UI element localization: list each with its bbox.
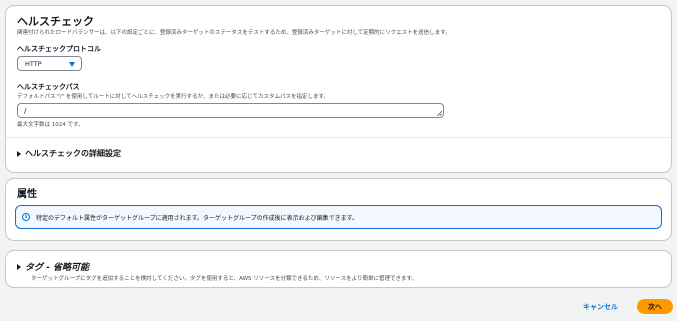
protocol-label: ヘルスチェックプロトコル xyxy=(17,45,101,53)
tags-panel: タグ - 省略可能 ターゲットグループにタグを追加することを検討してください。タ… xyxy=(5,250,672,288)
info-alert: i 特定のデフォルト属性がターゲットグループに適用されます。ターゲットグループの… xyxy=(15,205,662,229)
protocol-select-value: HTTP xyxy=(25,60,42,68)
tags-description: ターゲットグループにタグを追加することを検討してください。タグを使用すると、AW… xyxy=(31,276,417,282)
attributes-title: 属性 xyxy=(17,189,37,200)
path-description: デフォルトパス "/" を使用してルートに対してヘルスチェックを実行するか、また… xyxy=(17,94,329,100)
resize-handle-icon[interactable] xyxy=(436,110,442,116)
health-check-panel: ヘルスチェック 関連付けられたロードバランサーは、以下の設定ごとに、登録済みター… xyxy=(5,5,672,173)
path-input-value: / xyxy=(24,107,27,115)
path-input[interactable]: / xyxy=(17,103,444,118)
advanced-settings-expander[interactable]: ヘルスチェックの詳細設定 xyxy=(17,148,121,159)
tags-title: タグ - 省略可能 xyxy=(25,263,90,273)
caret-down-icon xyxy=(69,61,75,67)
protocol-select[interactable]: HTTP xyxy=(17,56,82,71)
cancel-button[interactable]: キャンセル xyxy=(583,302,618,312)
divider xyxy=(6,137,671,138)
path-label: ヘルスチェックパス xyxy=(17,83,80,91)
advanced-settings-label: ヘルスチェックの詳細設定 xyxy=(25,149,121,158)
attributes-panel: 属性 i 特定のデフォルト属性がターゲットグループに適用されます。ターゲットグル… xyxy=(5,178,672,241)
caret-right-icon xyxy=(17,263,21,270)
path-constraint: 最大文字数は 1024 です。 xyxy=(17,122,84,128)
tags-expander[interactable]: タグ - 省略可能 xyxy=(17,260,89,273)
next-button[interactable]: 次へ xyxy=(637,299,673,314)
info-icon: i xyxy=(22,213,30,221)
info-alert-text: 特定のデフォルト属性がターゲットグループに適用されます。ターゲットグループの作成… xyxy=(36,214,359,222)
caret-right-icon xyxy=(17,150,21,157)
next-button-label: 次へ xyxy=(648,302,662,311)
health-check-title: ヘルスチェック xyxy=(17,15,94,28)
health-check-description: 関連付けられたロードバランサーは、以下の設定ごとに、登録済みターゲットのステータ… xyxy=(17,30,451,36)
